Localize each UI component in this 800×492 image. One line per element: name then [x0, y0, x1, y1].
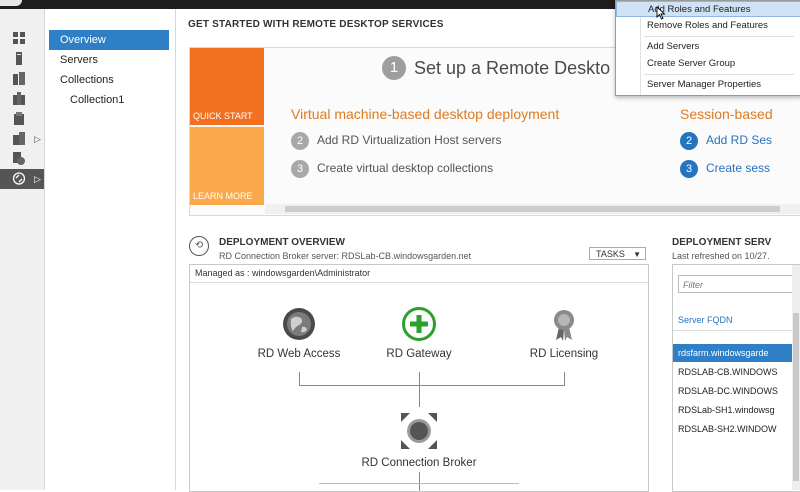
- step-number-badge: 2: [680, 132, 698, 150]
- server-manager-logo-icon: [0, 0, 22, 6]
- rail-iis[interactable]: [0, 149, 44, 169]
- step-1: 1 Set up a Remote Deskto: [382, 56, 610, 80]
- nav-item-overview[interactable]: Overview: [49, 30, 169, 50]
- rd-connection-broker-icon: [401, 413, 437, 449]
- menu-separator: [644, 36, 794, 37]
- rd-licensing-label: RD Licensing: [529, 348, 599, 360]
- vm-deployment-title: Virtual machine-based desktop deployment: [291, 106, 560, 122]
- deployment-servers-title: DEPLOYMENT SERV: [672, 237, 772, 248]
- rail-dashboard[interactable]: [0, 29, 44, 49]
- connector-line: [419, 385, 420, 407]
- vm-step-3-text: Create virtual desktop collections: [317, 161, 494, 176]
- mouse-pointer-icon: [656, 6, 666, 20]
- rail-all-servers[interactable]: [0, 69, 44, 89]
- menu-item-create-server-group[interactable]: Create Server Group: [616, 56, 800, 72]
- deployment-overview-panel: Managed as : windowsgarden\Administrator…: [189, 264, 649, 492]
- rail-new-role[interactable]: [0, 109, 44, 129]
- session-step-3-text: Create sess: [706, 161, 771, 176]
- remote-desktop-services-icon: [13, 172, 25, 185]
- rd-licensing-ribbon-icon: [554, 310, 574, 341]
- step-1-text: Set up a Remote Deskto: [414, 57, 611, 78]
- iis-icon: [13, 152, 25, 165]
- scrollbar-thumb[interactable]: [793, 313, 799, 481]
- connector-line: [419, 472, 420, 491]
- rds-navigation: Overview Servers Collections Collection1: [45, 9, 176, 490]
- rail-ad-ds[interactable]: [0, 89, 44, 109]
- filter-input[interactable]: Filter: [678, 275, 796, 293]
- session-deployment-title: Session-based: [680, 106, 773, 122]
- divider: [190, 282, 648, 283]
- rd-gateway-label: RD Gateway: [386, 348, 452, 360]
- rd-web-access-globe-icon: [283, 308, 315, 340]
- step-number-badge: 3: [291, 160, 309, 178]
- rd-gateway-plus-icon: [402, 307, 436, 341]
- managed-as-text: Managed as : windowsgarden\Administrator: [195, 268, 371, 278]
- horizontal-scrollbar[interactable]: [265, 204, 800, 214]
- file-storage-icon: [13, 132, 25, 145]
- quick-start-label: QUICK START: [193, 111, 253, 121]
- deployment-servers-panel: Filter Server FQDN rdsfarm.windowsgarde …: [672, 264, 800, 492]
- rd-licensing-role[interactable]: RD Licensing: [504, 307, 624, 360]
- tasks-label: TASKS: [596, 249, 625, 259]
- server-fqdn-column-header[interactable]: Server FQDN: [678, 315, 733, 325]
- local-server-icon: [16, 52, 22, 65]
- server-row[interactable]: RDSLAB-DC.WINDOWS: [673, 382, 800, 400]
- learn-more-tile[interactable]: LEARN MORE: [190, 127, 264, 205]
- left-icon-rail: ▷ ▷: [0, 9, 45, 490]
- vm-step-2-text: Add RD Virtualization Host servers: [317, 133, 502, 148]
- rd-connection-broker-label: RD Connection Broker: [361, 457, 477, 469]
- step-number-badge: 3: [680, 160, 698, 178]
- step-number-badge: 2: [291, 132, 309, 150]
- nav-item-collections[interactable]: Collections: [49, 70, 169, 90]
- session-step-2-text: Add RD Ses: [706, 133, 773, 148]
- rd-connection-broker-role[interactable]: RD Connection Broker: [344, 412, 494, 469]
- rail-file-storage[interactable]: ▷: [0, 129, 44, 149]
- ad-ds-icon: [13, 92, 25, 105]
- rd-gateway-role[interactable]: RD Gateway: [359, 307, 479, 360]
- last-refreshed-text: Last refreshed on 10/27.: [672, 251, 770, 261]
- dashboard-icon: [13, 32, 25, 44]
- rail-local-server[interactable]: [0, 49, 44, 69]
- vm-step-2[interactable]: 2 Add RD Virtualization Host servers: [291, 132, 502, 150]
- rd-web-access-label: RD Web Access: [257, 348, 341, 360]
- new-role-icon: [14, 112, 24, 125]
- rail-remote-desktop-services[interactable]: ▷: [0, 169, 44, 189]
- divider: [673, 330, 800, 331]
- connector-line: [564, 372, 565, 385]
- server-row[interactable]: RDSLab-SH1.windowsg: [673, 401, 800, 419]
- get-started-title: GET STARTED WITH REMOTE DESKTOP SERVICES: [188, 19, 444, 30]
- nav-item-servers[interactable]: Servers: [49, 50, 169, 70]
- step-number-badge: 1: [382, 56, 406, 80]
- deployment-overview-icon: ⟲: [189, 236, 209, 256]
- connector-line: [319, 483, 519, 484]
- all-servers-icon: [13, 72, 25, 85]
- nav-item-collection1[interactable]: Collection1: [49, 90, 169, 110]
- tasks-dropdown[interactable]: TASKS ▼: [589, 247, 646, 260]
- expand-arrow-icon[interactable]: ▷: [34, 134, 41, 145]
- menu-separator: [644, 74, 794, 75]
- menu-item-remove-roles-and-features[interactable]: Remove Roles and Features: [616, 18, 800, 34]
- server-row[interactable]: RDSLAB-SH2.WINDOW: [673, 420, 800, 438]
- rd-web-access-role[interactable]: RD Web Access: [239, 307, 359, 360]
- connector-line: [419, 372, 420, 385]
- vm-step-3[interactable]: 3 Create virtual desktop collections: [291, 160, 493, 178]
- menu-item-add-roles-and-features[interactable]: Add Roles and Features: [616, 1, 800, 17]
- server-row[interactable]: rdsfarm.windowsgarde: [673, 344, 800, 362]
- menu-item-add-servers[interactable]: Add Servers: [616, 39, 800, 55]
- deployment-overview-title: DEPLOYMENT OVERVIEW: [219, 237, 345, 248]
- menu-item-server-manager-properties[interactable]: Server Manager Properties: [616, 77, 800, 93]
- server-row[interactable]: RDSLAB-CB.WINDOWS: [673, 363, 800, 381]
- vertical-scrollbar[interactable]: [792, 265, 800, 490]
- session-step-3[interactable]: 3 Create sess: [680, 160, 770, 178]
- expand-arrow-icon[interactable]: ▷: [34, 174, 41, 185]
- connector-line: [299, 385, 565, 386]
- session-step-2[interactable]: 2 Add RD Ses: [680, 132, 772, 150]
- quick-start-tile[interactable]: QUICK START: [190, 48, 264, 125]
- connector-line: [299, 372, 300, 385]
- connection-broker-server-text: RD Connection Broker server: RDSLab-CB.w…: [219, 251, 472, 261]
- learn-more-label: LEARN MORE: [193, 191, 253, 201]
- scrollbar-thumb[interactable]: [285, 206, 780, 212]
- chevron-down-icon: ▼: [633, 250, 641, 259]
- manage-context-menu: Add Roles and Features Remove Roles and …: [615, 0, 800, 96]
